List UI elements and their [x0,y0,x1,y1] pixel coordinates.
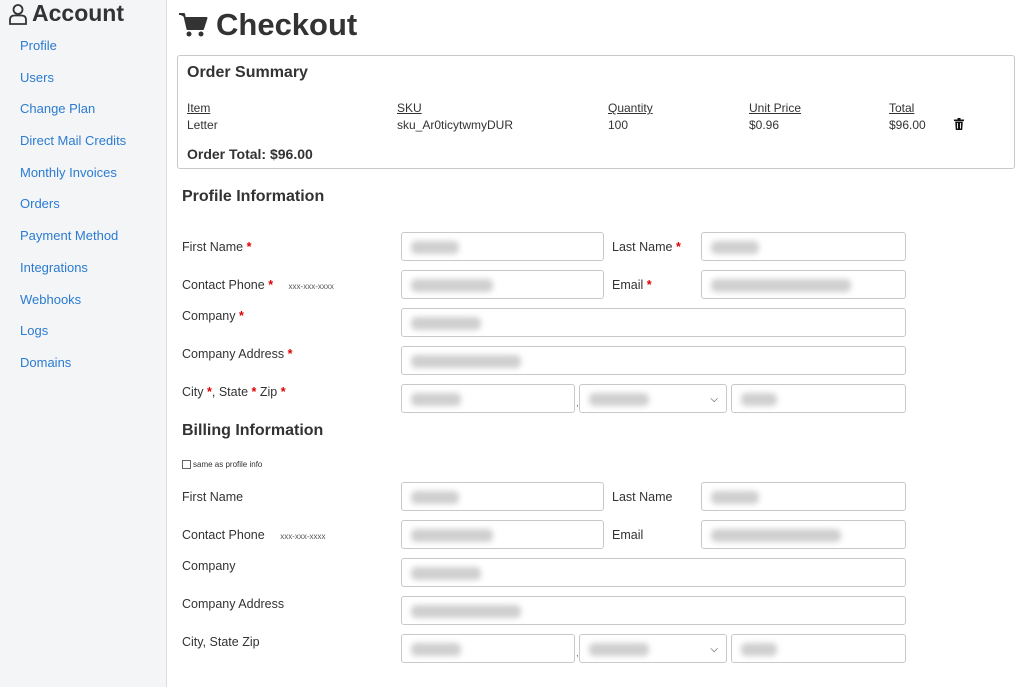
sidebar-item-profile[interactable]: Profile [20,38,126,70]
profile-zip-input[interactable] [731,384,906,413]
profile-last-name-text: Last Name [612,240,673,254]
required-mark: * [646,278,652,292]
profile-city-input[interactable] [401,384,575,413]
sidebar-item-change-plan[interactable]: Change Plan [20,101,126,133]
row-item: Letter [187,118,218,132]
profile-company-address-label: Company Address * [182,347,293,361]
profile-zip-text: Zip [259,385,278,399]
profile-contact-phone-label: Contact Phone * xxx-xxx-xxxx [182,278,334,292]
billing-company-label: Company [182,559,236,573]
profile-first-name-input[interactable] [401,232,604,261]
profile-state-text: State [218,385,249,399]
page-title: Checkout [178,7,357,43]
billing-city-state-zip-label: City, State Zip [182,635,260,649]
checkout-main: Checkout Order Summary Item SKU Quantity… [168,0,1024,687]
row-unit-price: $0.96 [749,118,780,132]
billing-city-input[interactable] [401,634,575,663]
page-title-text: Checkout [216,7,358,42]
order-summary-title: Order Summary [187,64,308,81]
billing-zip-input[interactable] [731,634,906,663]
profile-first-name-text: First Name [182,240,244,254]
profile-state-select[interactable]: ⌵ [579,384,727,413]
sidebar-item-direct-mail-credits[interactable]: Direct Mail Credits [20,133,126,165]
sidebar-item-payment-method[interactable]: Payment Method [20,228,126,260]
billing-first-name-label: First Name [182,490,244,504]
profile-heading: Profile Information [182,188,325,205]
chevron-down-icon: ⌵ [710,394,718,405]
profile-last-name-input[interactable] [701,232,906,261]
sidebar-item-orders[interactable]: Orders [20,196,126,228]
same-as-profile-label: same as profile info [193,460,263,469]
row-total: $96.00 [889,118,926,132]
profile-contact-phone-input[interactable] [401,270,604,299]
billing-state-select[interactable]: ⌵ [579,634,727,663]
required-mark: * [246,240,252,254]
row-quantity: 100 [608,118,629,132]
user-outline-icon [9,3,27,25]
chevron-down-icon: ⌵ [710,644,718,655]
profile-last-name-label: Last Name * [612,240,681,254]
billing-email-label: Email [612,528,644,542]
profile-company-input[interactable] [401,308,906,337]
profile-city-state-zip-label: City *, State * Zip * [182,385,286,399]
billing-company-address-input[interactable] [401,596,906,625]
row-sku: sku_Ar0ticytwmyDUR [397,118,514,132]
billing-heading: Billing Information [182,422,324,439]
col-header-total: Total [889,101,915,115]
profile-first-name-label: First Name * [182,240,251,254]
profile-company-address-text: Company Address [182,347,285,361]
order-summary: Order Summary Item SKU Quantity Unit Pri… [177,55,1015,169]
billing-company-input[interactable] [401,558,906,587]
account-sidebar: Account Profile Users Change Plan Direct… [0,0,167,687]
col-header-item: Item [187,101,211,115]
sidebar-title: Account [8,0,124,27]
same-as-profile-checkbox-row[interactable]: same as profile info [182,460,262,469]
required-mark: * [251,385,257,399]
required-mark: * [675,240,681,254]
sidebar-item-monthly-invoices[interactable]: Monthly Invoices [20,165,126,197]
phone-format-hint: xxx-xxx-xxxx [288,282,334,291]
profile-email-label: Email * [612,278,652,292]
profile-email-text: Email [612,278,644,292]
shopping-cart-icon [179,13,208,37]
trash-icon[interactable] [954,118,964,130]
profile-company-label: Company * [182,309,244,323]
required-mark: * [238,309,244,323]
sidebar-item-users[interactable]: Users [20,70,126,102]
profile-contact-phone-text: Contact Phone [182,278,265,292]
col-header-unit-price: Unit Price [749,101,802,115]
sidebar-nav: Profile Users Change Plan Direct Mail Cr… [20,38,126,387]
phone-format-hint: xxx-xxx-xxxx [280,532,326,541]
profile-company-address-input[interactable] [401,346,906,375]
billing-contact-phone-label: Contact Phone xxx-xxx-xxxx [182,528,326,542]
order-total: Order Total: $96.00 [187,146,313,162]
sidebar-item-domains[interactable]: Domains [20,355,126,387]
sidebar-title-text: Account [32,0,124,26]
billing-first-name-input[interactable] [401,482,604,511]
required-mark: * [287,347,293,361]
billing-contact-phone-text: Contact Phone [182,528,265,542]
required-mark: * [280,385,286,399]
required-mark: * [207,385,212,399]
sidebar-item-integrations[interactable]: Integrations [20,260,126,292]
profile-company-text: Company [182,309,236,323]
billing-last-name-input[interactable] [701,482,906,511]
profile-city-text: City [182,385,204,399]
col-header-quantity: Quantity [608,101,653,115]
sidebar-item-logs[interactable]: Logs [20,323,126,355]
sidebar-item-webhooks[interactable]: Webhooks [20,292,126,324]
billing-contact-phone-input[interactable] [401,520,604,549]
billing-last-name-label: Last Name [612,490,673,504]
same-as-profile-checkbox[interactable] [182,460,191,469]
billing-email-input[interactable] [701,520,906,549]
profile-email-input[interactable] [701,270,906,299]
required-mark: * [268,278,274,292]
col-header-sku: SKU [397,101,422,115]
billing-company-address-label: Company Address [182,597,285,611]
